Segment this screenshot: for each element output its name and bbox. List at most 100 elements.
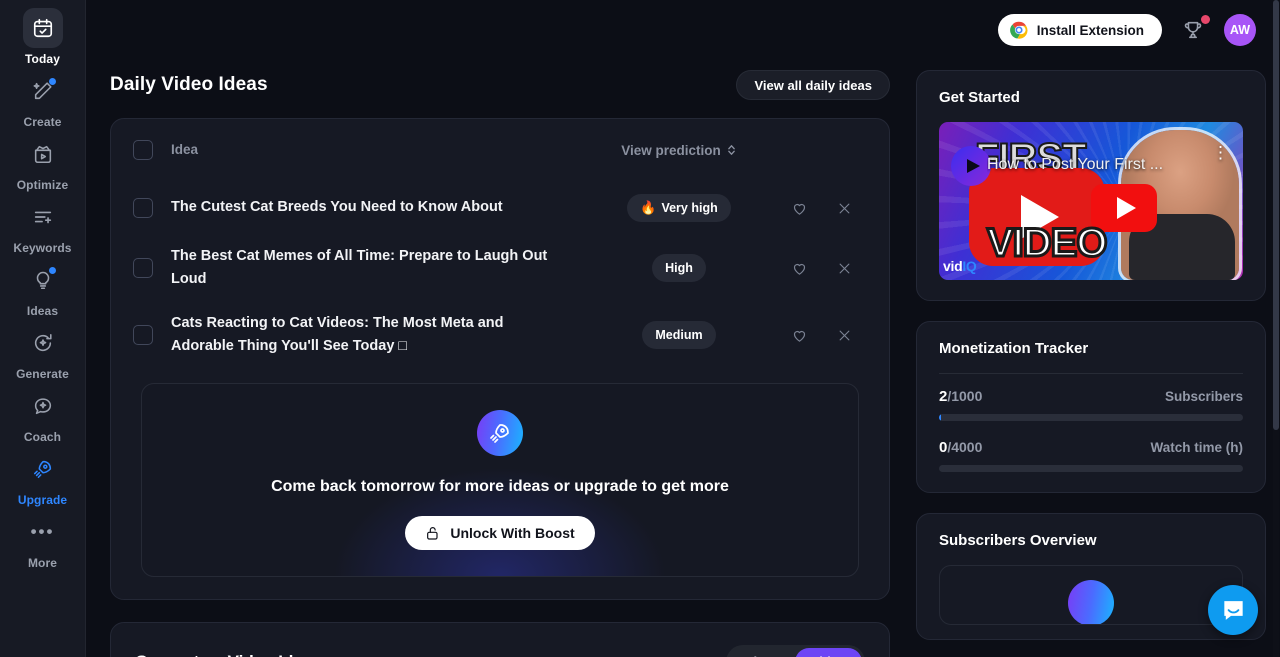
view-all-daily-ideas-button[interactable]: View all daily ideas [736,70,890,100]
divider [939,373,1243,374]
format-toggle[interactable]: Short Video [725,644,865,657]
unlock-with-boost-button[interactable]: Unlock With Boost [405,515,595,550]
unlock-icon [427,526,438,540]
status-badge: 🔥 Very high [627,194,731,222]
format-option-short[interactable]: Short [729,648,795,657]
progress-bar-watchtime [939,465,1243,472]
sidebar-item-create[interactable]: Create [10,71,76,129]
channel-avatar [951,146,991,186]
left-column: Daily Video Ideas View all daily ideas I… [110,60,890,657]
column-header-idea: Idea [171,142,199,157]
sidebar-label-upgrade: Upgrade [17,493,68,507]
column-header-prediction: View prediction [621,142,721,158]
avatar[interactable]: AW [1224,14,1256,46]
sidebar-label-coach: Coach [23,430,62,444]
ideas-table-header: Idea View prediction [133,119,867,181]
sidebar-item-today[interactable]: Today [10,8,76,66]
metric-value-watchtime: 0/4000 [939,439,982,456]
sidebar-item-coach[interactable]: Coach [10,386,76,444]
main-area: Install Extension AW Daily Video Ideas V… [86,0,1280,657]
row-checkbox[interactable] [133,198,153,218]
favorite-icon[interactable] [789,197,811,219]
rocket-icon [23,449,63,489]
content-columns: Daily Video Ideas View all daily ideas I… [86,60,1280,657]
promo-text: Come back tomorrow for more ideas or upg… [271,477,729,495]
status-badge-label: High [665,261,693,276]
table-row[interactable]: The Cutest Cat Breeds You Need to Know A… [133,181,867,235]
calendar-check-icon [22,8,63,48]
trophy-button[interactable] [1176,13,1210,47]
table-row[interactable]: The Best Cat Memes of All Time: Prepare … [133,235,867,302]
sidebar: Today Create Optimize Keywords Ideas Gen… [0,0,86,657]
sidebar-label-more: More [27,556,58,570]
status-badge: High [652,254,706,283]
row-checkbox[interactable] [133,258,153,279]
sidebar-item-upgrade[interactable]: Upgrade [10,449,76,507]
sidebar-label-create: Create [23,115,62,129]
magic-pen-icon [23,71,63,111]
idea-title: Cats Reacting to Cat Videos: The Most Me… [171,314,504,355]
get-started-video-player[interactable]: FIRST VIDEO How to Post Your First ... ⋮… [939,122,1243,280]
sidebar-badge-ideas [48,267,56,274]
sidebar-label-today: Today [25,52,60,66]
dismiss-icon[interactable] [834,197,856,219]
vidiq-watermark: vidIQ [943,258,977,274]
sidebar-label-keywords: Keywords [13,241,72,255]
idea-title: The Best Cat Memes of All Time: Prepare … [171,248,548,288]
table-row[interactable]: Cats Reacting to Cat Videos: The Most Me… [133,302,867,369]
top-bar: Install Extension AW [86,0,1280,60]
metric-row-subscribers: 2/1000 Subscribers [939,388,1243,405]
format-option-video[interactable]: Video [794,647,862,657]
more-vertical-icon[interactable]: ⋮ [1212,144,1229,161]
sidebar-item-ideas[interactable]: Ideas [10,260,76,318]
generate-card-title: Generate a Video Idea [135,652,312,657]
ellipsis-icon: ••• [30,522,55,541]
metric-goal-subscribers: 1000 [951,388,983,404]
intercom-chat-icon [1223,600,1243,620]
sidebar-label-optimize: Optimize [16,178,69,192]
sort-toggle-icon[interactable] [726,143,737,157]
favorite-icon[interactable] [789,324,811,346]
metric-label-watchtime: Watch time (h) [1150,440,1244,455]
sidebar-label-ideas: Ideas [26,304,59,318]
sidebar-label-generate: Generate [16,367,69,381]
row-checkbox[interactable] [133,325,153,346]
favorite-icon[interactable] [789,257,811,279]
list-plus-icon [23,197,63,237]
dismiss-icon[interactable] [834,324,856,346]
status-badge: Medium [642,321,716,350]
right-column: Get Started FIRST VIDEO How to Post Your… [890,60,1266,657]
install-extension-button[interactable]: Install Extension [997,14,1162,46]
trophy-notification-dot [1201,15,1210,24]
sidebar-item-keywords[interactable]: Keywords [10,197,76,255]
get-started-card: Get Started FIRST VIDEO How to Post Your… [916,70,1266,301]
status-badge-label: Very high [661,201,718,215]
subscribers-orb-icon [1068,580,1114,624]
intercom-chat-button[interactable] [1208,585,1258,635]
unlock-button-label: Unlock With Boost [450,524,575,541]
scrollbar-thumb[interactable] [1273,0,1279,430]
thumbnail-word-bottom: VIDEO [985,220,1109,267]
sidebar-item-more[interactable]: ••• More [10,512,76,570]
dismiss-icon[interactable] [834,257,856,279]
video-box-icon [23,134,63,174]
daily-ideas-card: Idea View prediction The Cutest Cat Bree… [110,118,890,600]
sidebar-item-generate[interactable]: Generate [10,323,76,381]
rocket-icon [477,409,523,456]
metric-goal-watchtime: 4000 [951,439,983,455]
monetization-title: Monetization Tracker [939,340,1089,357]
sidebar-item-optimize[interactable]: Optimize [10,134,76,192]
lightbulb-icon [23,260,63,300]
page-title: Daily Video Ideas [110,74,268,95]
metric-value-subscribers: 2/1000 [939,388,982,405]
progress-bar-subscribers [939,414,1243,421]
vidiq-watermark-brand: vid [943,258,963,274]
sidebar-badge-create [48,78,56,85]
idea-title: The Cutest Cat Breeds You Need to Know A… [171,199,503,216]
vidiq-watermark-accent: IQ [962,258,977,274]
install-extension-label: Install Extension [1036,22,1144,38]
monetization-tracker-card: Monetization Tracker 2/1000 Subscribers … [916,321,1266,493]
select-all-checkbox[interactable] [133,140,153,160]
subscribers-overview-title: Subscribers Overview [939,532,1097,549]
chat-spark-icon [23,386,63,426]
